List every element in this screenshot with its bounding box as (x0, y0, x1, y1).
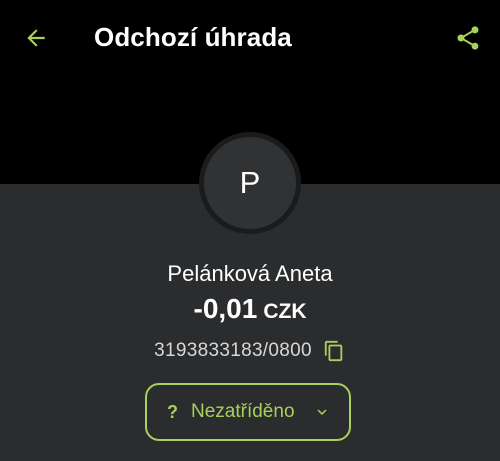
category-label: Nezatříděno (191, 401, 295, 422)
back-button[interactable] (14, 18, 58, 58)
amount-value: -0,01 (193, 293, 258, 324)
share-button[interactable] (446, 16, 490, 60)
question-mark-icon: ? (167, 401, 178, 422)
share-icon (457, 26, 479, 50)
arrow-left-icon (27, 29, 45, 47)
copy-icon (324, 340, 343, 362)
chevron-down-icon (313, 403, 331, 421)
avatar-initial: P (239, 165, 261, 200)
amount: -0,01 CZK (0, 293, 500, 325)
page-title: Odchozí úhrada (94, 22, 292, 52)
category-dropdown-button[interactable]: ? Nezatříděno (145, 383, 351, 441)
copy-account-button[interactable] (322, 339, 346, 363)
amount-currency: CZK (263, 300, 307, 323)
avatar: P (204, 137, 296, 229)
outgoing-payment-screen: Odchozí úhrada P Pelánková Aneta -0,01 CZ… (0, 0, 500, 461)
account-number: 3193833183/0800 (154, 340, 312, 361)
top-app-bar: Odchozí úhrada (0, 0, 500, 80)
account-row: 3193833183/0800 (0, 339, 500, 363)
counterparty-name: Pelánková Aneta (167, 261, 333, 286)
